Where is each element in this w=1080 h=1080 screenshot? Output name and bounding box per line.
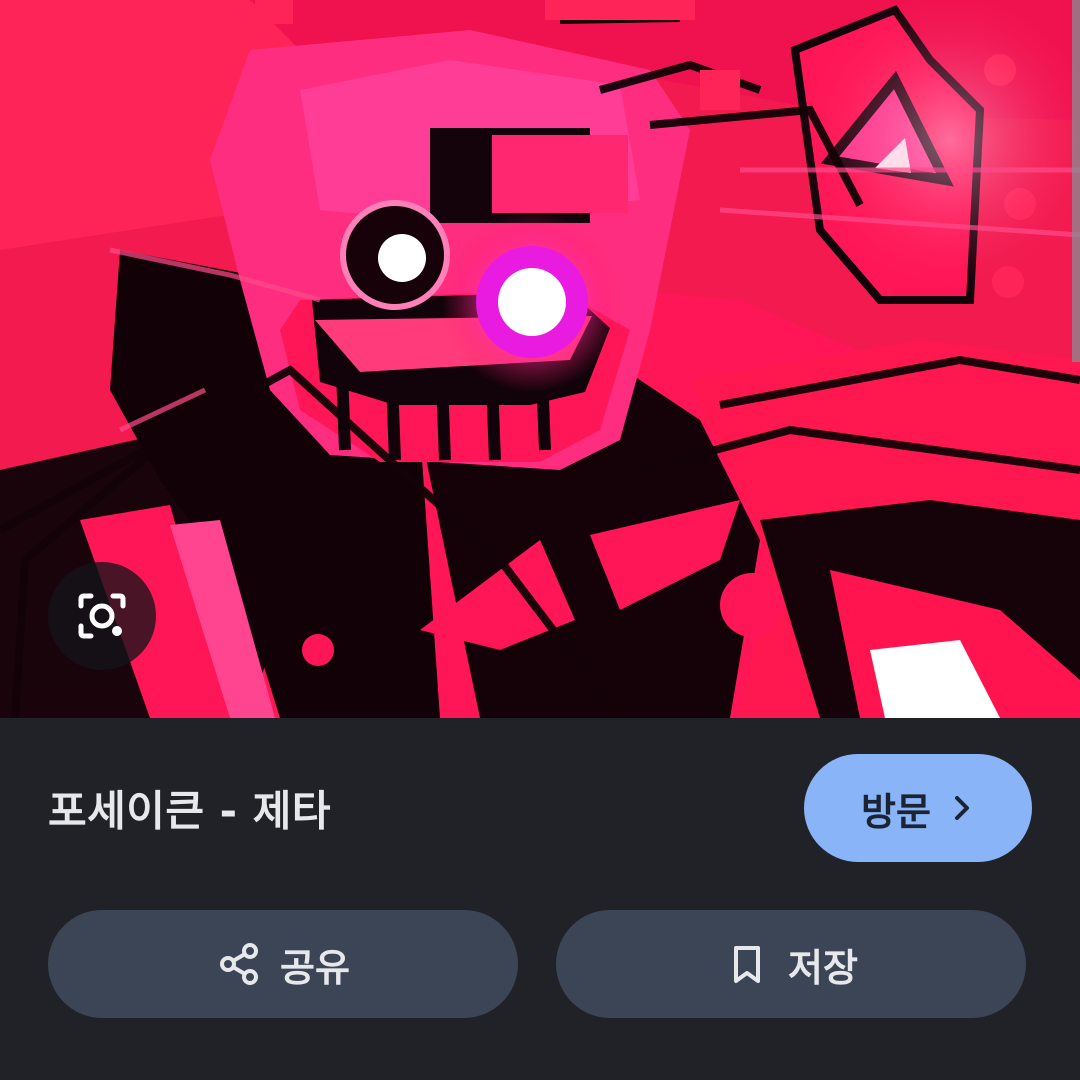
- google-lens-icon: [78, 593, 126, 639]
- glitch-character-artwork: [0, 0, 1080, 718]
- save-label: 저장: [788, 945, 858, 990]
- chevron-right-icon: [954, 796, 969, 820]
- page-title: 포세이큰 - 제타: [48, 786, 332, 836]
- save-button[interactable]: 저장: [556, 910, 1026, 1018]
- image-details-sheet: 포세이큰 - 제타 방문 공유 저장: [0, 718, 1080, 1080]
- bookmark-icon: [734, 946, 761, 983]
- share-button[interactable]: 공유: [48, 910, 518, 1018]
- visit-button[interactable]: 방문: [804, 754, 1032, 862]
- google-image-result-screen: 포세이큰 - 제타 방문 공유 저장: [0, 0, 1080, 1080]
- share-label: 공유: [280, 945, 350, 990]
- action-buttons: 공유 저장: [48, 910, 1026, 1018]
- title-row: 포세이큰 - 제타 방문: [48, 754, 1032, 862]
- scrollbar-thumb[interactable]: [1072, 0, 1080, 362]
- share-icon: [220, 943, 259, 985]
- visit-label: 방문: [861, 789, 931, 834]
- google-lens-button[interactable]: [48, 562, 156, 670]
- image-preview[interactable]: [0, 0, 1080, 718]
